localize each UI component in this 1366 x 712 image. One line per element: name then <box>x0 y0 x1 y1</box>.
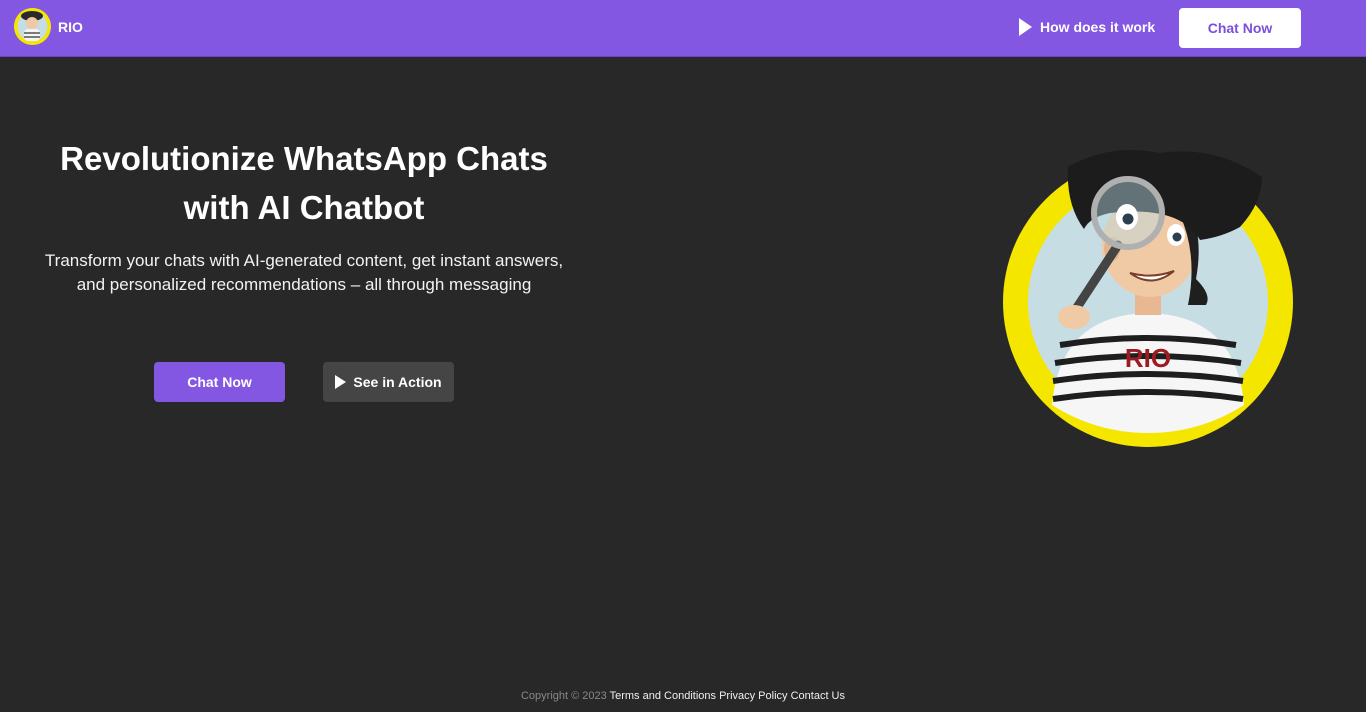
hero-subtitle: Transform your chats with AI-generated c… <box>40 249 568 297</box>
brand[interactable]: RIO <box>14 8 83 45</box>
footer: Copyright © 2023 Terms and Conditions Pr… <box>0 689 1366 703</box>
contact-link[interactable]: Contact Us <box>791 690 845 702</box>
brand-avatar-icon <box>14 8 51 45</box>
header-chat-now-button[interactable]: Chat Now <box>1179 8 1301 48</box>
how-it-works-link[interactable]: How does it work <box>1019 18 1155 36</box>
see-in-action-button[interactable]: See in Action <box>323 362 454 402</box>
play-icon <box>1019 18 1032 36</box>
hero-subtitle-line2: and personalized recommendations – all t… <box>76 275 532 294</box>
hero-title: Revolutionize WhatsApp Chats with AI Cha… <box>40 134 568 232</box>
play-icon <box>335 375 347 389</box>
top-navbar: RIO How does it work Chat Now <box>0 0 1366 57</box>
brand-name: RIO <box>58 18 83 35</box>
terms-link[interactable]: Terms and Conditions <box>610 690 716 702</box>
hero-title-line2: with AI Chatbot <box>183 189 425 226</box>
hero-title-line1: Revolutionize WhatsApp Chats <box>60 140 548 177</box>
hero-subtitle-line1: Transform your chats with AI-generated c… <box>44 251 564 270</box>
mascot-illustration: RIO <box>1000 145 1300 447</box>
privacy-link[interactable]: Privacy Policy <box>719 690 787 702</box>
hero-chat-now-button[interactable]: Chat Now <box>154 362 285 402</box>
mascot-shirt-text: RIO <box>1125 343 1171 373</box>
see-in-action-label: See in Action <box>353 374 442 390</box>
how-it-works-label: How does it work <box>1040 19 1156 35</box>
copyright-text: Copyright © 2023 <box>520 690 607 702</box>
